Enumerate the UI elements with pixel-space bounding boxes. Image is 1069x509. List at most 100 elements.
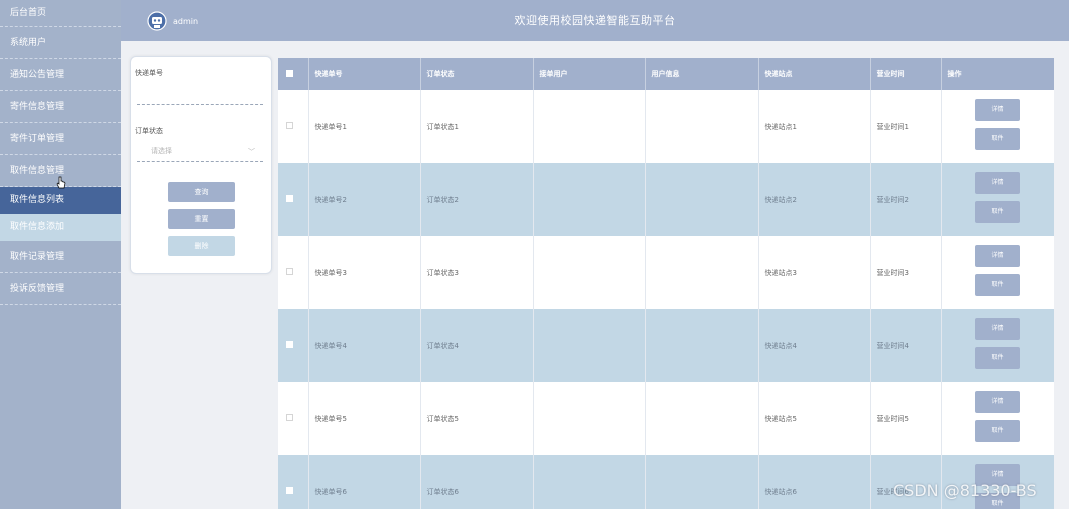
delete-button[interactable]: 删除 — [168, 236, 235, 256]
sidebar-item-label: 投诉反馈管理 — [10, 284, 65, 294]
order-status-cell: 订单状态6 — [420, 455, 534, 509]
sidebar-item-label: 取件记录管理 — [10, 252, 65, 262]
tracking-number-cell: 快递单号4 — [308, 309, 421, 382]
hand-cursor-icon — [56, 176, 66, 189]
sidebar-item-label: 取件信息列表 — [10, 195, 65, 205]
select-placeholder: 请选择 — [151, 147, 172, 155]
column-header: 快递站点 — [758, 58, 871, 90]
sidebar-item-label: 取件信息添加 — [10, 222, 65, 232]
column-header: 用户信息 — [645, 58, 759, 90]
station-cell: 快递站点1 — [758, 90, 871, 163]
table-row: 快递单号3 订单状态3 快递站点3 营业时间3 详情 取件 — [278, 236, 1054, 309]
column-header: 快递单号 — [308, 58, 421, 90]
row-checkbox[interactable] — [286, 414, 293, 421]
row-checkbox[interactable] — [286, 341, 293, 348]
table-row: 快递单号5 订单状态5 快递站点5 营业时间5 详情 取件 — [278, 382, 1054, 455]
actions-cell: 详情 取件 — [941, 90, 1054, 163]
order-status-label: 订单状态 — [135, 127, 163, 135]
table-row: 快递单号4 订单状态4 快递站点4 营业时间4 详情 取件 — [278, 309, 1054, 382]
user-info-cell — [645, 455, 759, 509]
receiver-user-cell — [533, 382, 646, 455]
tracking-number-cell: 快递单号6 — [308, 455, 421, 509]
receiver-user-cell — [533, 455, 646, 509]
sidebar-item-home[interactable]: 后台首页 — [0, 0, 121, 27]
order-status-cell: 订单状态1 — [420, 90, 534, 163]
input-underline — [137, 104, 263, 105]
row-select-cell[interactable] — [278, 236, 309, 309]
data-table: 快递单号 订单状态 接单用户 用户信息 快递站点 营业时间 操作 快递单号1 订… — [278, 58, 1054, 509]
user-info-cell — [645, 163, 759, 236]
tracking-number-label: 快递单号 — [135, 69, 163, 77]
row-checkbox[interactable] — [286, 268, 293, 275]
row-select-cell[interactable] — [278, 455, 309, 509]
column-header: 营业时间 — [870, 58, 942, 90]
sidebar-item-pickup-records[interactable]: 取件记录管理 — [0, 241, 121, 273]
detail-button[interactable]: 详情 — [975, 99, 1020, 121]
top-bar: admin 欢迎使用校园快递智能互助平台 — [121, 0, 1069, 41]
detail-button[interactable]: 详情 — [975, 245, 1020, 267]
detail-button[interactable]: 详情 — [975, 391, 1020, 413]
station-cell: 快递站点4 — [758, 309, 871, 382]
pickup-button[interactable]: 取件 — [975, 274, 1020, 296]
sidebar-item-label: 后台首页 — [10, 8, 47, 18]
row-select-cell[interactable] — [278, 309, 309, 382]
table-row: 快递单号2 订单状态2 快递站点2 营业时间2 详情 取件 — [278, 163, 1054, 236]
pickup-button[interactable]: 取件 — [975, 420, 1020, 442]
row-select-cell[interactable] — [278, 163, 309, 236]
order-status-cell: 订单状态2 — [420, 163, 534, 236]
sidebar-subitem-pickup-add[interactable]: 取件信息添加 — [0, 214, 121, 241]
business-hours-cell: 营业时间3 — [870, 236, 942, 309]
business-hours-cell: 营业时间2 — [870, 163, 942, 236]
sidebar-item-notice[interactable]: 通知公告管理 — [0, 59, 121, 91]
order-status-cell: 订单状态5 — [420, 382, 534, 455]
row-checkbox[interactable] — [286, 122, 293, 129]
user-info-cell — [645, 309, 759, 382]
sidebar-item-users[interactable]: 系统用户 — [0, 27, 121, 59]
row-checkbox[interactable] — [286, 487, 293, 494]
pickup-button[interactable]: 取件 — [975, 347, 1020, 369]
business-hours-cell: 营业时间1 — [870, 90, 942, 163]
chevron-down-icon: ﹀ — [248, 148, 255, 156]
column-header: 操作 — [941, 58, 1054, 90]
station-cell: 快递站点3 — [758, 236, 871, 309]
row-select-cell[interactable] — [278, 90, 309, 163]
sidebar-item-send-info[interactable]: 寄件信息管理 — [0, 91, 121, 123]
order-status-select[interactable]: 请选择 ﹀ — [137, 146, 263, 160]
column-header: 订单状态 — [420, 58, 534, 90]
pickup-button[interactable]: 取件 — [975, 201, 1020, 223]
row-select-cell[interactable] — [278, 382, 309, 455]
search-panel: 快递单号 订单状态 请选择 ﹀ 查询 重置 删除 — [130, 56, 272, 274]
tracking-number-cell: 快递单号1 — [308, 90, 421, 163]
sidebar-item-send-order[interactable]: 寄件订单管理 — [0, 123, 121, 155]
user-info-cell — [645, 382, 759, 455]
receiver-user-cell — [533, 90, 646, 163]
watermark-text: CSDN @81330-BS — [893, 481, 1037, 500]
select-all-cell[interactable] — [278, 58, 309, 90]
select-all-checkbox[interactable] — [286, 69, 293, 77]
user-info-cell — [645, 90, 759, 163]
tracking-number-input[interactable] — [137, 87, 263, 103]
pickup-button[interactable]: 取件 — [975, 128, 1020, 150]
actions-cell: 详情 取件 — [941, 236, 1054, 309]
select-underline — [137, 161, 263, 162]
table-header-row: 快递单号 订单状态 接单用户 用户信息 快递站点 营业时间 操作 — [278, 58, 1054, 90]
sidebar-item-feedback[interactable]: 投诉反馈管理 — [0, 273, 121, 305]
sidebar-item-label: 取件信息管理 — [10, 166, 65, 176]
column-header: 接单用户 — [533, 58, 646, 90]
detail-button[interactable]: 详情 — [975, 318, 1020, 340]
sidebar-subitem-pickup-list[interactable]: 取件信息列表 — [0, 187, 121, 214]
row-checkbox[interactable] — [286, 195, 293, 202]
sidebar: 后台首页 系统用户 通知公告管理 寄件信息管理 寄件订单管理 取件信息管理 取件… — [0, 0, 121, 509]
query-button[interactable]: 查询 — [168, 182, 235, 202]
receiver-user-cell — [533, 236, 646, 309]
sidebar-item-label: 系统用户 — [10, 38, 47, 48]
receiver-user-cell — [533, 309, 646, 382]
sidebar-item-label: 通知公告管理 — [10, 70, 65, 80]
sidebar-item-label: 寄件信息管理 — [10, 102, 65, 112]
actions-cell: 详情 取件 — [941, 382, 1054, 455]
tracking-number-cell: 快递单号2 — [308, 163, 421, 236]
table-row: 快递单号1 订单状态1 快递站点1 营业时间1 详情 取件 — [278, 90, 1054, 163]
detail-button[interactable]: 详情 — [975, 172, 1020, 194]
reset-button[interactable]: 重置 — [168, 209, 235, 229]
station-cell: 快递站点5 — [758, 382, 871, 455]
